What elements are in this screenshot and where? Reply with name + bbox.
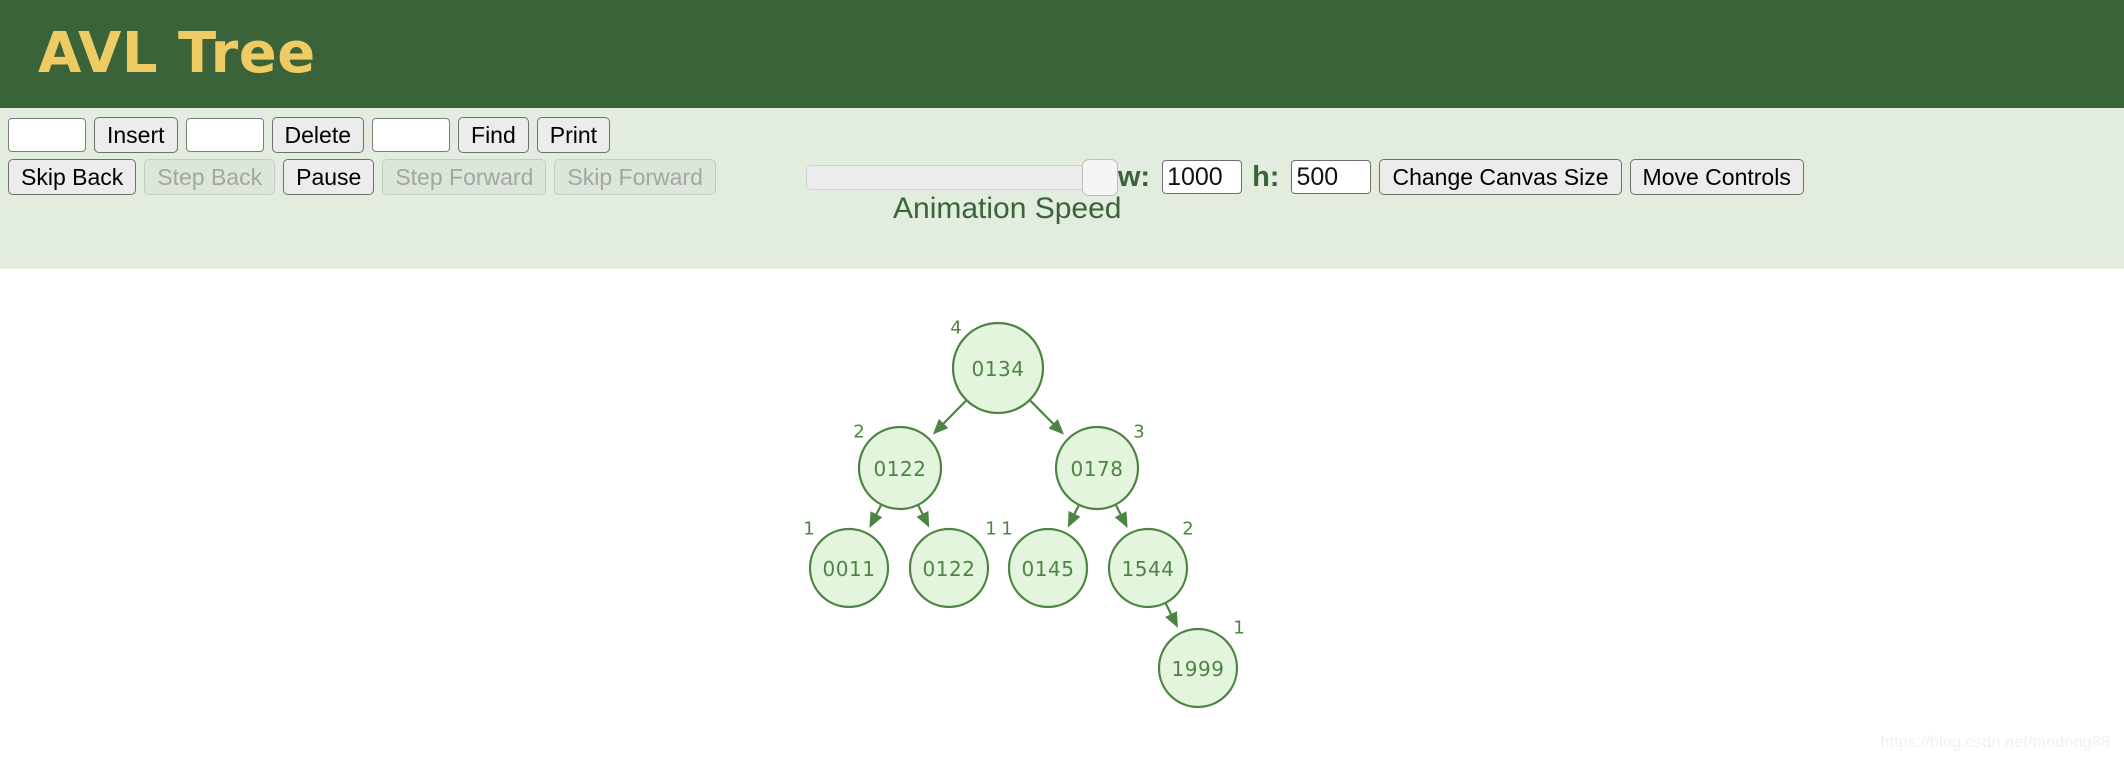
insert-button[interactable]: Insert <box>94 117 178 153</box>
node-label: 1999 <box>1172 657 1225 681</box>
tree-nodes: 0134 4 0122 2 0178 3 0011 1 0122 1 0145 1 1544 2 1999 1 <box>803 318 1245 709</box>
tree-edge <box>916 505 930 528</box>
node-label: 0134 <box>972 357 1025 381</box>
slider-track[interactable] <box>805 165 1089 190</box>
node-height-label: 1 <box>1233 618 1244 639</box>
tree-edge <box>1164 603 1178 628</box>
node-height-label: 3 <box>1133 422 1144 443</box>
slider-thumb[interactable] <box>1081 159 1118 196</box>
tree-node: 0178 3 <box>1054 422 1145 511</box>
canvas-height-input[interactable] <box>1291 160 1372 194</box>
tree-canvas[interactable]: 0134 4 0122 2 0178 3 0011 1 0122 1 0145 1 1544 2 1999 1… <box>0 269 2124 760</box>
step-forward-button[interactable]: Step Forward <box>382 159 547 195</box>
tree-node: 0122 2 <box>853 422 943 511</box>
canvas-height-label: h: <box>1252 160 1280 193</box>
node-label: 0178 <box>1071 457 1124 481</box>
tree-node: 1999 1 <box>1157 618 1245 709</box>
node-label: 0122 <box>923 557 976 581</box>
animation-speed-label: Animation Speed <box>893 192 1122 225</box>
pause-button[interactable]: Pause <box>283 159 375 195</box>
tree-edge <box>1067 505 1081 528</box>
node-height-label: 1 <box>985 519 996 540</box>
insert-input[interactable] <box>8 118 86 152</box>
node-height-label: 4 <box>950 318 961 339</box>
skip-forward-button[interactable]: Skip Forward <box>554 159 716 195</box>
step-back-button[interactable]: Step Back <box>144 159 276 195</box>
node-height-label: 1 <box>1001 519 1012 540</box>
tree-edge <box>869 504 883 528</box>
node-height-label: 1 <box>803 519 814 540</box>
animation-speed-slider[interactable] <box>805 159 1118 196</box>
page-title: AVL Tree <box>38 21 316 86</box>
node-height-label: 2 <box>853 422 864 443</box>
change-canvas-size-button[interactable]: Change Canvas Size <box>1379 159 1622 195</box>
tree-node: 0145 1 <box>1001 519 1089 609</box>
tree-node: 1544 2 <box>1107 519 1194 609</box>
canvas-width-label: w: <box>1117 160 1151 193</box>
node-label: 0011 <box>823 557 876 581</box>
tree-node: 0134 4 <box>950 318 1045 415</box>
tree-edge <box>1114 504 1128 528</box>
tree-edge <box>932 400 967 435</box>
delete-input[interactable] <box>185 118 264 152</box>
node-label: 1544 <box>1122 557 1175 581</box>
print-button[interactable]: Print <box>536 117 611 153</box>
canvas-width-input[interactable] <box>1162 160 1243 194</box>
avl-tree-graphic: 0134 4 0122 2 0178 3 0011 1 0122 1 0145 1 1544 2 1999 1 <box>803 318 1245 709</box>
node-label: 0145 <box>1022 557 1075 581</box>
find-button[interactable]: Find <box>458 117 529 153</box>
tree-edge <box>1029 399 1064 435</box>
control-row-operations: Insert Delete Find Print <box>0 114 2124 156</box>
delete-button[interactable]: Delete <box>271 117 365 153</box>
watermark: https://blog.csdn.net/taodong88 <box>1880 734 2110 751</box>
app-header: AVL Tree <box>0 0 2124 108</box>
node-label: 0122 <box>874 457 927 481</box>
tree-node: 0122 1 <box>908 519 997 609</box>
node-height-label: 2 <box>1182 519 1193 540</box>
move-controls-button[interactable]: Move Controls <box>1629 159 1804 195</box>
controls-panel: Insert Delete Find Print Skip Back Step … <box>0 108 2124 269</box>
tree-node: 0011 1 <box>803 519 890 609</box>
skip-back-button[interactable]: Skip Back <box>8 159 137 195</box>
find-input[interactable] <box>372 118 451 152</box>
